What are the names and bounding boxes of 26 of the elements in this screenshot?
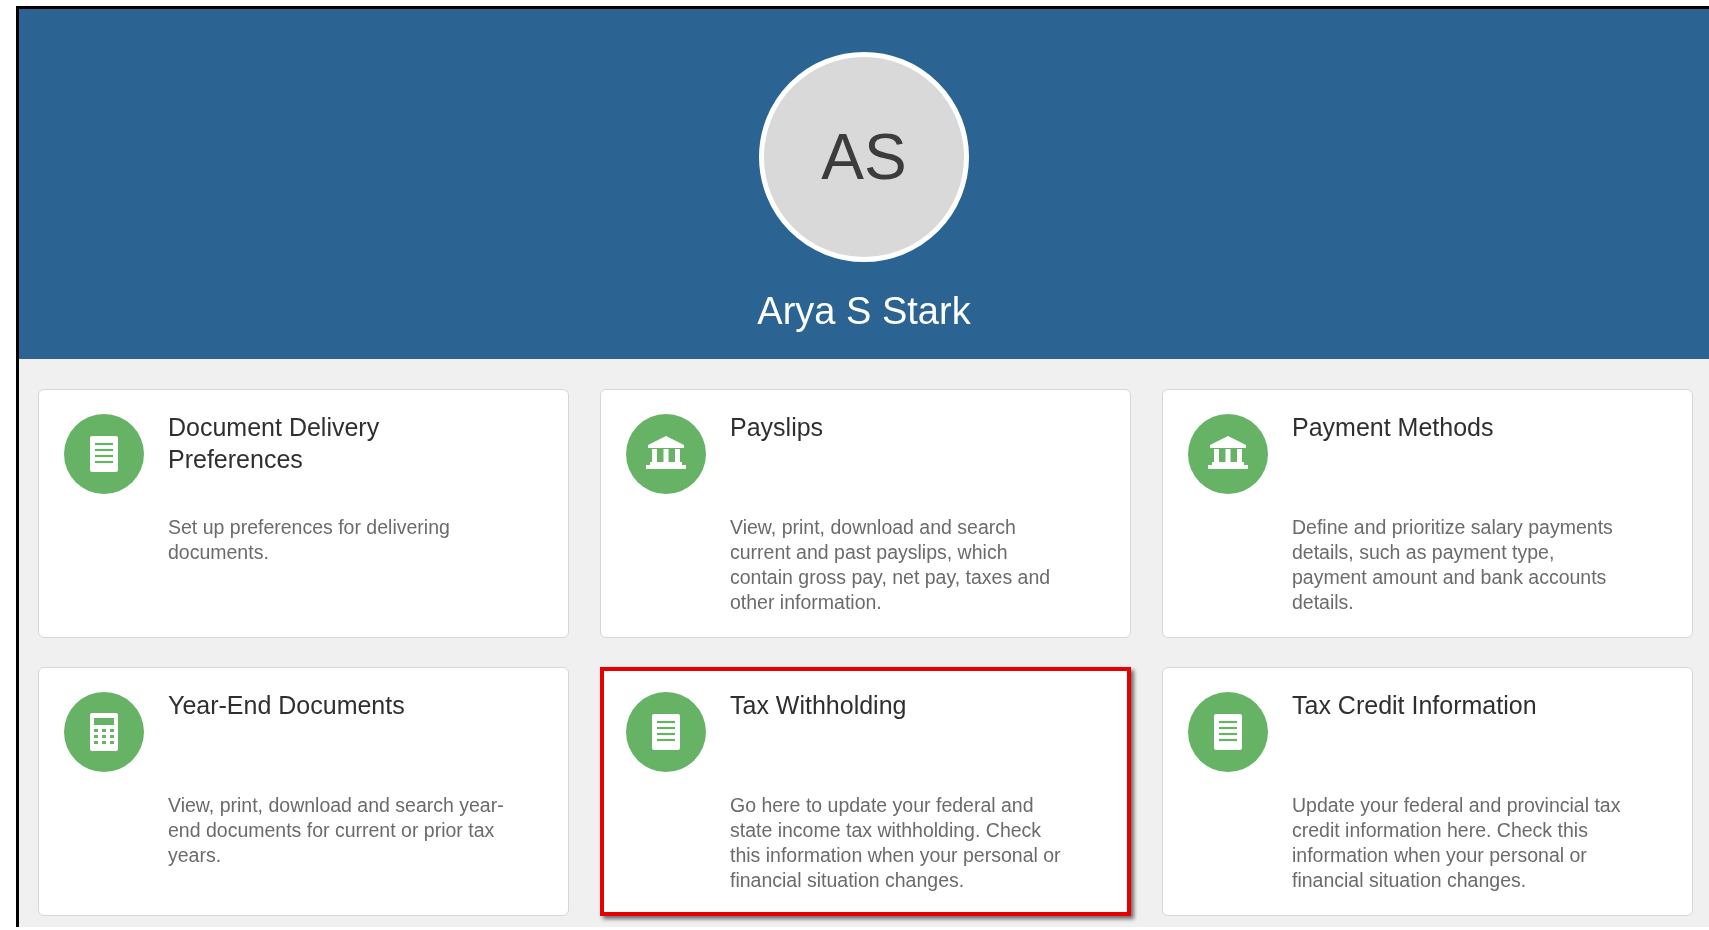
bank-icon	[1188, 414, 1268, 494]
calculator-icon	[64, 692, 144, 772]
card-title: Tax Withholding	[730, 690, 908, 721]
document-icon	[626, 692, 706, 772]
card-title: Payment Methods	[1292, 412, 1495, 443]
card[interactable]: Payslips View, print, download and search current and past payslips, which contain gross pay, net pay, taxes and other information.	[600, 389, 1131, 638]
card-title: Tax Credit Information	[1292, 690, 1538, 721]
card-title: Payslips	[730, 412, 825, 443]
card-description: Update your federal and provincial tax credit information here. Check this information when your personal or financial situation changes.	[1292, 793, 1622, 893]
card-description: Go here to update your federal and state income tax withholding. Check this information when your personal or financial situation changes.	[730, 793, 1062, 893]
card[interactable]: Year-End Documents View, print, download and search year-end documents for current or prior tax years.	[38, 667, 569, 916]
bank-icon	[626, 414, 706, 494]
card[interactable]: Payment Methods Define and prioritize salary payments details, such as payment type, payment amount and bank accounts details.	[1162, 389, 1693, 638]
card-title: Document Delivery Preferences	[168, 412, 381, 475]
card-description: View, print, download and search year-end documents for current or prior tax years.	[168, 793, 505, 868]
card[interactable]: Document Delivery Preferences Set up preferences for delivering documents.	[38, 389, 569, 638]
card-description: View, print, download and search current and past payslips, which contain gross pay, net pay, taxes and other information.	[730, 515, 1052, 615]
document-icon	[64, 414, 144, 494]
document-icon	[1188, 692, 1268, 772]
card[interactable]: Tax Credit Information Update your federal and provincial tax credit information here. Check this information when your personal or financial situation changes.	[1162, 667, 1693, 916]
user-name: Arya S Stark	[757, 290, 971, 333]
avatar: AS	[759, 52, 969, 262]
card-title: Year-End Documents	[168, 690, 406, 721]
card[interactable]: Tax Withholding Go here to update your federal and state income tax withholding. Check this information when your personal or financial situation changes.	[600, 667, 1131, 916]
card-description: Set up preferences for delivering documents.	[168, 515, 451, 565]
card-description: Define and prioritize salary payments details, such as payment type, payment amount and bank accounts details.	[1292, 515, 1614, 615]
